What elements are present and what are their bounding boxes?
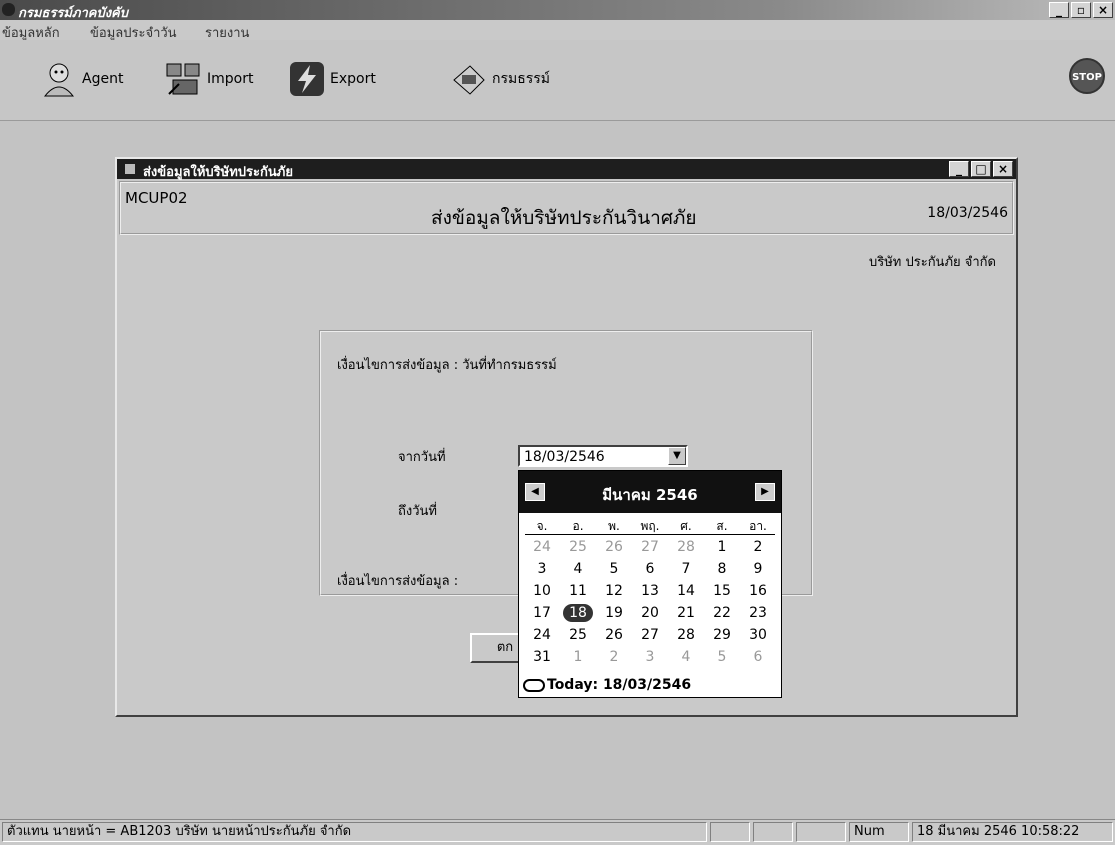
app-title-bar: กรมธรรม์ภาคบังคับ _ ▫ × bbox=[0, 0, 1115, 21]
calendar-day[interactable]: 12 bbox=[599, 582, 629, 600]
minimize-button[interactable]: _ bbox=[1049, 2, 1069, 18]
calendar-day[interactable]: 4 bbox=[563, 560, 593, 578]
status-pane-1 bbox=[710, 822, 750, 842]
today-label: Today: 18/03/2546 bbox=[547, 677, 692, 693]
policy-button[interactable]: กรมธรรม์ bbox=[450, 58, 550, 100]
calendar-day[interactable]: 25 bbox=[563, 626, 593, 644]
status-datetime: 18 มีนาคม 2546 10:58:22 bbox=[912, 822, 1113, 842]
child-title-bar: ส่งข้อมูลให้บริษัทประกันภัย _ □ × bbox=[117, 159, 1016, 180]
calendar-day[interactable]: 31 bbox=[527, 648, 557, 666]
menu-bar: ข้อมูลหลัก ข้อมูลประจำวัน รายงาน bbox=[0, 20, 1115, 41]
to-date-label: ถึงวันที่ bbox=[398, 504, 437, 519]
calendar-day[interactable]: 27 bbox=[635, 626, 665, 644]
status-num: Num bbox=[849, 822, 909, 842]
child-maximize-button[interactable]: □ bbox=[971, 161, 991, 177]
calendar-day[interactable]: 19 bbox=[599, 604, 629, 622]
calendar-day-other-month[interactable]: 24 bbox=[527, 538, 557, 556]
form-code: MCUP02 bbox=[125, 189, 188, 207]
stop-button[interactable]: STOP bbox=[1069, 58, 1105, 94]
calendar-day-other-month[interactable]: 26 bbox=[599, 538, 629, 556]
chevron-down-icon[interactable]: ▼ bbox=[668, 447, 686, 465]
status-pane-2 bbox=[753, 822, 793, 842]
calendar-popup: ◀ มีนาคม 2546 ▶ จ. อ. พ. พฤ. ศ. ส. อา. 24 25 26 2… bbox=[518, 470, 782, 698]
calendar-day[interactable]: 6 bbox=[635, 560, 665, 578]
calendar-day[interactable]: 8 bbox=[707, 560, 737, 578]
policy-icon bbox=[453, 65, 485, 95]
toolbar: Agent Import Export กรมธรรม์ STOP bbox=[0, 40, 1115, 121]
calendar-month: มีนาคม 2546 bbox=[602, 486, 698, 504]
from-date-dropdown[interactable]: 18/03/2546 ▼ bbox=[518, 445, 688, 467]
calendar-day[interactable]: 15 bbox=[707, 582, 737, 600]
calendar-day-other-month[interactable]: 25 bbox=[563, 538, 593, 556]
app-icon bbox=[2, 3, 15, 16]
calendar-day[interactable]: 26 bbox=[599, 626, 629, 644]
maximize-button[interactable]: ▫ bbox=[1071, 2, 1091, 18]
condition-label: เงื่อนไขการส่งข้อมูล : วันที่ทำกรมธรรม์ bbox=[337, 358, 557, 373]
calendar-day[interactable]: 13 bbox=[635, 582, 665, 600]
child-minimize-button[interactable]: _ bbox=[949, 161, 969, 177]
calendar-day-other-month[interactable]: 28 bbox=[671, 538, 701, 556]
import-icon bbox=[166, 63, 200, 95]
form-title: ส่งข้อมูลให้บริษัทประกันวินาศภัย bbox=[431, 207, 697, 229]
calendar-day[interactable]: 16 bbox=[743, 582, 773, 600]
calendar-day[interactable]: 24 bbox=[527, 626, 557, 644]
agent-button[interactable]: Agent bbox=[40, 58, 123, 100]
calendar-day[interactable]: 2 bbox=[743, 538, 773, 556]
calendar-divider bbox=[525, 534, 775, 535]
calendar-day[interactable]: 3 bbox=[527, 560, 557, 578]
today-oval-icon bbox=[523, 678, 545, 692]
calendar-day[interactable]: 5 bbox=[599, 560, 629, 578]
calendar-day[interactable]: 22 bbox=[707, 604, 737, 622]
status-bar: ตัวแทน นายหน้า = AB1203 บริษัท นายหน้าปร… bbox=[0, 819, 1115, 845]
calendar-day[interactable]: 1 bbox=[707, 538, 737, 556]
export-icon bbox=[290, 62, 324, 96]
today-link[interactable]: Today: 18/03/2546 bbox=[523, 677, 691, 693]
status-user: ตัวแทน นายหน้า = AB1203 บริษัท นายหน้าปร… bbox=[2, 822, 707, 842]
from-date-value: 18/03/2546 bbox=[524, 449, 605, 465]
child-title: ส่งข้อมูลให้บริษัทประกันภัย bbox=[143, 165, 293, 180]
calendar-header: ◀ มีนาคม 2546 ▶ bbox=[519, 471, 781, 513]
calendar-day-other-month[interactable]: 3 bbox=[635, 648, 665, 666]
calendar-day[interactable]: 23 bbox=[743, 604, 773, 622]
calendar-day-other-month[interactable]: 2 bbox=[599, 648, 629, 666]
close-button[interactable]: × bbox=[1093, 2, 1113, 18]
calendar-day-other-month[interactable]: 27 bbox=[635, 538, 665, 556]
export-button[interactable]: Export bbox=[288, 58, 376, 100]
window-icon bbox=[125, 164, 135, 174]
calendar-day[interactable]: 17 bbox=[527, 604, 557, 622]
calendar-day[interactable]: 11 bbox=[563, 582, 593, 600]
status-pane-3 bbox=[796, 822, 846, 842]
calendar-day[interactable]: 9 bbox=[743, 560, 773, 578]
form-date: 18/03/2546 bbox=[927, 205, 1008, 221]
import-button[interactable]: Import bbox=[165, 58, 253, 100]
calendar-day[interactable]: 21 bbox=[671, 604, 701, 622]
from-date-label: จากวันที่ bbox=[398, 450, 446, 465]
calendar-day[interactable]: 10 bbox=[527, 582, 557, 600]
calendar-day[interactable]: 28 bbox=[671, 626, 701, 644]
app-window-controls: _ ▫ × bbox=[1049, 2, 1113, 18]
calendar-day-other-month[interactable]: 6 bbox=[743, 648, 773, 666]
child-close-button[interactable]: × bbox=[993, 161, 1013, 177]
calendar-day-other-month[interactable]: 4 bbox=[671, 648, 701, 666]
export-label: Export bbox=[330, 71, 376, 87]
calendar-day[interactable]: 29 bbox=[707, 626, 737, 644]
policy-label: กรมธรรม์ bbox=[492, 71, 551, 87]
import-label: Import bbox=[207, 71, 254, 87]
calendar-day-other-month[interactable]: 5 bbox=[707, 648, 737, 666]
child-window-controls: _ □ × bbox=[949, 161, 1013, 177]
form-header: MCUP02 ส่งข้อมูลให้บริษัทประกันวินาศภัย … bbox=[119, 181, 1014, 235]
agent-icon bbox=[43, 63, 75, 97]
condition-label-2: เงื่อนไขการส่งข้อมูล : bbox=[337, 574, 459, 589]
next-month-button[interactable]: ▶ bbox=[755, 483, 775, 501]
calendar-day[interactable]: 20 bbox=[635, 604, 665, 622]
company-name: บริษัท ประกันภัย จำกัด bbox=[868, 255, 996, 270]
agent-label: Agent bbox=[82, 71, 124, 87]
calendar-day[interactable]: 14 bbox=[671, 582, 701, 600]
calendar-day[interactable]: 7 bbox=[671, 560, 701, 578]
calendar-day[interactable]: 18 bbox=[563, 604, 593, 622]
calendar-day[interactable]: 30 bbox=[743, 626, 773, 644]
calendar-day-other-month[interactable]: 1 bbox=[563, 648, 593, 666]
